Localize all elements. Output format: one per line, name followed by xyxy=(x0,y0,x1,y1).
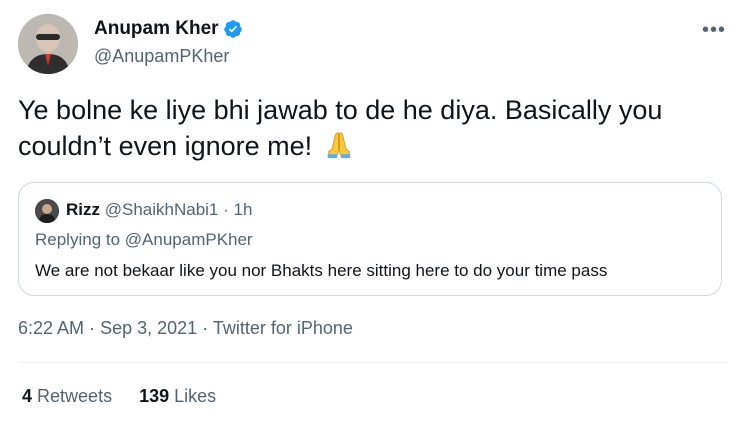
quoted-tweet[interactable]: Rizz @ShaikhNabi1 · 1h Replying to @Anup… xyxy=(18,182,722,296)
tweet: Anupam Kher @AnupamPKher ••• Ye bolne ke… xyxy=(0,0,744,428)
quoted-handle: @ShaikhNabi1 xyxy=(104,200,219,219)
quoted-time: 1h xyxy=(233,200,253,219)
likes-count: 139 xyxy=(139,386,170,406)
folded-hands-icon xyxy=(324,129,354,168)
author-name-row: Anupam Kher xyxy=(94,18,243,40)
verified-badge-icon xyxy=(223,19,243,39)
tweet-meta: 6:22 AM · Sep 3, 2021 · Twitter for iPho… xyxy=(18,318,353,339)
quoted-replying-to: Replying to @AnupamPKher xyxy=(35,230,253,249)
divider xyxy=(18,362,728,363)
tweet-source[interactable]: Twitter for iPhone xyxy=(213,318,353,338)
author-display-name[interactable]: Anupam Kher xyxy=(94,18,219,40)
retweets-stat[interactable]: 4 Retweets xyxy=(22,386,112,407)
tweet-time[interactable]: 6:22 AM xyxy=(18,318,84,338)
tweet-text: Ye bolne ke liye bhi jawab to de he diya… xyxy=(18,92,728,168)
author-handle[interactable]: @AnupamPKher xyxy=(94,46,229,67)
meta-separator: · xyxy=(202,318,209,338)
more-options-icon[interactable]: ••• xyxy=(700,18,728,42)
retweets-count: 4 xyxy=(22,386,33,406)
quoted-header: Rizz @ShaikhNabi1 · 1h xyxy=(66,200,252,220)
meta-separator: · xyxy=(89,318,96,338)
quoted-author-avatar[interactable] xyxy=(35,199,59,223)
quoted-text: We are not bekaar like you nor Bhakts he… xyxy=(35,261,608,280)
tweet-date[interactable]: Sep 3, 2021 xyxy=(100,318,197,338)
likes-label: Likes xyxy=(174,386,217,406)
retweets-label: Retweets xyxy=(37,386,113,406)
quoted-display-name: Rizz xyxy=(66,200,100,219)
quoted-separator: · xyxy=(223,200,229,219)
author-avatar[interactable] xyxy=(18,14,78,74)
quoted-avatar-photo xyxy=(35,199,59,223)
avatar-photo xyxy=(18,14,78,74)
likes-stat[interactable]: 139 Likes xyxy=(139,386,216,407)
tweet-stats: 4 Retweets 139 Likes xyxy=(22,386,238,407)
